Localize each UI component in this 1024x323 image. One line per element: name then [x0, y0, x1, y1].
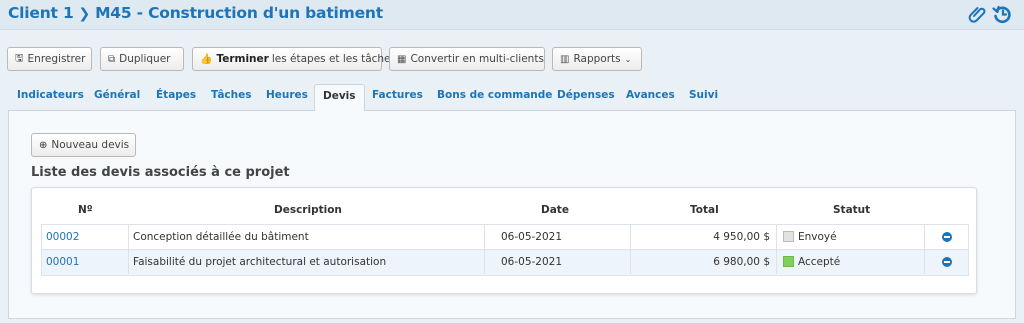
tab-etapes[interactable]: Étapes — [156, 89, 196, 101]
tab-heures[interactable]: Heures — [266, 89, 308, 101]
number-cell: 00002 — [42, 225, 129, 249]
copy-icon: ⧉ — [108, 53, 116, 65]
tab-bar: Indicateurs Général Étapes Tâches Heures… — [8, 84, 1016, 112]
table-row[interactable]: 00001 Faisabilité du projet architectura… — [41, 250, 969, 276]
tab-general[interactable]: Général — [94, 89, 140, 101]
quote-number-link[interactable]: 00002 — [46, 231, 79, 243]
save-icon: 🖫 — [15, 52, 24, 64]
quotes-table: Nº Description Date Total Statut 00002 C… — [31, 187, 977, 294]
col-status: Statut — [833, 204, 871, 216]
number-cell: 00001 — [42, 250, 129, 274]
remove-icon[interactable] — [942, 257, 952, 267]
description-cell: Faisabilité du projet architectural et a… — [129, 250, 485, 274]
finish-button[interactable]: 👍 Terminer les étapes et les tâches — [192, 47, 396, 71]
description-cell: Conception détaillée du bâtiment — [129, 225, 485, 249]
section-title: Liste des devis associés à ce projet — [31, 165, 290, 180]
status-label: Envoyé — [798, 231, 837, 243]
action-cell — [925, 250, 970, 274]
thumbs-up-icon: 👍 — [200, 53, 213, 65]
table-row[interactable]: 00002 Conception détaillée du bâtiment 0… — [41, 224, 969, 250]
history-icon[interactable] — [992, 4, 1012, 24]
page-title: Client 1 ❯ M45 - Construction d'un batimen… — [8, 4, 383, 22]
status-cell: Accepté — [777, 250, 925, 274]
total-cell: 4 950,00 $ — [631, 225, 777, 249]
breadcrumb-project: M45 - Construction d'un batiment — [95, 4, 383, 22]
devis-panel: ⊕ Nouveau devis Liste des devis associés … — [8, 111, 1016, 319]
tab-indicateurs[interactable]: Indicateurs — [17, 89, 84, 101]
save-button[interactable]: 🖫 Enregistrer — [7, 47, 92, 71]
date-cell: 06-05-2021 — [485, 225, 631, 249]
plus-circle-icon: ⊕ — [39, 139, 48, 151]
status-swatch — [783, 256, 794, 267]
status-swatch — [783, 231, 794, 242]
chevron-right-icon: ❯ — [78, 6, 91, 22]
tab-factures[interactable]: Factures — [372, 89, 423, 101]
new-quote-button[interactable]: ⊕ Nouveau devis — [31, 133, 136, 157]
col-description: Description — [274, 204, 342, 216]
remove-icon[interactable] — [942, 232, 952, 242]
status-cell: Envoyé — [777, 225, 925, 249]
page-header: Client 1 ❯ M45 - Construction d'un batimen… — [0, 0, 1024, 30]
tab-depenses[interactable]: Dépenses — [557, 89, 615, 101]
col-number: Nº — [78, 204, 93, 216]
convert-multi-clients-button[interactable]: ▦ Convertir en multi-clients — [389, 47, 545, 71]
chevron-down-icon: ⌄ — [624, 54, 632, 64]
total-cell: 6 980,00 $ — [631, 250, 777, 274]
action-cell — [925, 225, 970, 249]
reports-dropdown[interactable]: ▥ Rapports ⌄ — [552, 47, 642, 71]
breadcrumb-client[interactable]: Client 1 — [8, 4, 74, 22]
tab-taches[interactable]: Tâches — [211, 89, 251, 101]
quote-number-link[interactable]: 00001 — [46, 256, 79, 268]
tab-avances[interactable]: Avances — [626, 89, 675, 101]
paperclip-icon[interactable] — [968, 4, 988, 24]
tab-suivi[interactable]: Suivi — [689, 89, 718, 101]
tab-bons-de-commande[interactable]: Bons de commande — [437, 89, 552, 101]
date-cell: 06-05-2021 — [485, 250, 631, 274]
status-label: Accepté — [798, 256, 841, 268]
tab-devis[interactable]: Devis — [314, 84, 365, 112]
table-header: Nº Description Date Total Statut — [41, 196, 969, 224]
duplicate-button[interactable]: ⧉ Dupliquer — [100, 47, 184, 71]
col-total: Total — [690, 204, 719, 216]
bar-chart-icon: ▥ — [560, 53, 570, 65]
building-icon: ▦ — [397, 53, 407, 65]
col-date: Date — [541, 204, 569, 216]
